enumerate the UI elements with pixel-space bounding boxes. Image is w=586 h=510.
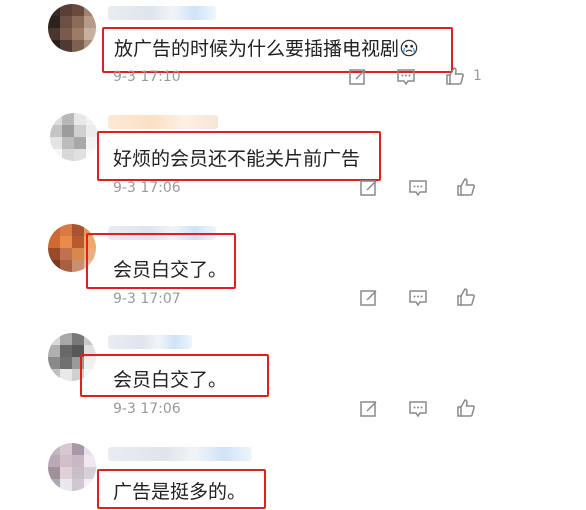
thumbs-up-icon[interactable] bbox=[444, 65, 466, 87]
username-blurred[interactable] bbox=[108, 115, 218, 129]
avatar[interactable] bbox=[48, 443, 96, 491]
like-count: 1 bbox=[473, 68, 482, 84]
avatar[interactable] bbox=[50, 113, 98, 161]
comment-timestamp: 9-3 17:10 bbox=[113, 69, 181, 85]
comment-text: 会员白交了。 bbox=[113, 259, 228, 281]
crying-face-emoji bbox=[400, 39, 418, 57]
edit-icon[interactable] bbox=[358, 177, 380, 199]
username-blurred[interactable] bbox=[108, 447, 252, 461]
comment-text: 会员白交了。 bbox=[113, 369, 228, 391]
avatar[interactable] bbox=[48, 4, 96, 52]
comment-timestamp: 9-3 17:07 bbox=[113, 291, 181, 307]
comment-timestamp: 9-3 17:06 bbox=[113, 180, 181, 196]
username-blurred[interactable] bbox=[108, 335, 192, 349]
username-blurred[interactable] bbox=[108, 6, 216, 20]
comment-icon[interactable] bbox=[407, 287, 429, 309]
comment-icon[interactable] bbox=[407, 177, 429, 199]
comment-icon[interactable] bbox=[395, 66, 417, 88]
edit-icon[interactable] bbox=[358, 287, 380, 309]
comment-text: 放广告的时候为什么要插播电视剧 bbox=[114, 34, 418, 61]
edit-icon[interactable] bbox=[358, 398, 380, 420]
comment-icon[interactable] bbox=[407, 398, 429, 420]
comment-timestamp: 9-3 17:06 bbox=[113, 401, 181, 417]
thumbs-up-icon[interactable] bbox=[455, 176, 477, 198]
comment-text: 好烦的会员还不能关片前广告 bbox=[113, 148, 361, 170]
edit-icon[interactable] bbox=[347, 66, 369, 88]
thumbs-up-icon[interactable] bbox=[455, 397, 477, 419]
thumbs-up-icon[interactable] bbox=[455, 286, 477, 308]
comment-text: 广告是挺多的。 bbox=[113, 481, 247, 503]
